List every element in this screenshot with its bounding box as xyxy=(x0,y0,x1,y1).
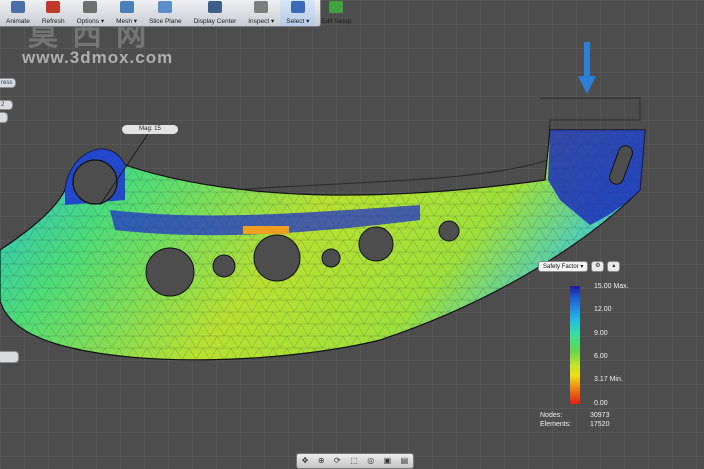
select-icon xyxy=(290,1,305,13)
toolbar-button-label: Edit Setup xyxy=(321,18,352,25)
scale-tick-12: 12.00 xyxy=(594,306,612,313)
animate-icon xyxy=(10,1,25,13)
zoom-window-icon[interactable]: ⬚ xyxy=(350,454,358,468)
result-type-select[interactable]: Safety Factor ▾ xyxy=(538,261,589,272)
legend-settings-icon[interactable]: ⚙ xyxy=(591,261,605,272)
toolbar-button-4[interactable]: Slice Plane xyxy=(143,0,188,26)
mesh-icon xyxy=(119,1,134,13)
toolbar-button-label: Select ▾ xyxy=(286,18,310,25)
hole-6 xyxy=(438,220,460,242)
toolbar-button-2[interactable]: Options ▾ xyxy=(71,0,110,26)
toolbar-button-0[interactable]: Animate xyxy=(0,0,36,26)
toolbar-button-7[interactable]: Select ▾ xyxy=(280,0,316,26)
toolbar-button-3[interactable]: Mesh ▾ xyxy=(110,0,143,26)
options-icon xyxy=(83,1,98,13)
scale-tick-max: 15.00 Max. xyxy=(594,283,629,290)
elements-value: 17520 xyxy=(590,421,610,428)
side-tab-bottom[interactable] xyxy=(0,351,19,363)
side-tab-3[interactable] xyxy=(0,112,8,123)
stress-hotspot xyxy=(243,226,289,234)
side-tab-stress[interactable]: ress xyxy=(0,78,17,88)
toolbar-button-label: Slice Plane xyxy=(149,18,182,25)
navigation-bar: ✥ ⊕ ⟳ ⬚ ◎ ▣ ▤ xyxy=(296,453,414,469)
toolbar-button-6[interactable]: Inspect ▾ xyxy=(242,0,280,26)
toolbar-button-label: Display Center xyxy=(193,18,237,25)
lug-hole xyxy=(72,159,118,205)
inspect-icon xyxy=(254,1,269,13)
toolbar-button-label: Mesh ▾ xyxy=(116,18,138,25)
hole-2 xyxy=(212,254,236,278)
toolbar-button-1[interactable]: Refresh xyxy=(36,0,71,26)
hole-1 xyxy=(145,247,195,297)
checkmark-icon xyxy=(329,1,344,13)
nodes-label: Nodes: xyxy=(540,412,563,419)
toolbar-button-label: Refresh xyxy=(41,18,65,25)
nodes-value: 30973 xyxy=(590,412,610,419)
legend-header: Safety Factor ▾ ⚙ ▴ xyxy=(538,261,621,272)
hole-5 xyxy=(358,226,394,262)
slice-plane-icon xyxy=(158,1,173,13)
orbit-icon[interactable]: ⟳ xyxy=(334,454,341,468)
zoom-icon[interactable]: ⊕ xyxy=(318,454,325,468)
toolbar-button-label: Inspect ▾ xyxy=(248,18,275,25)
fea-model xyxy=(0,42,646,361)
ribbon-toolbar: Animate Refresh Options ▾ Mesh ▾ Slice Plane… xyxy=(0,0,351,27)
hole-3 xyxy=(253,234,301,282)
color-scale-bar xyxy=(570,286,580,404)
scale-tick-0: 0.00 xyxy=(594,400,608,407)
3d-viewport[interactable]: 莫西网 www.3dmox.com ress 2 Mag: 15 Safety … xyxy=(0,0,704,469)
elements-label: Elements: xyxy=(540,421,572,428)
hole-4 xyxy=(321,248,341,268)
scale-tick-9: 9.00 xyxy=(594,330,608,337)
scale-tick-6: 6.00 xyxy=(594,353,608,360)
scale-tick-min: 3.17 Min. xyxy=(594,376,623,383)
toolbar-button-label: Options ▾ xyxy=(76,18,105,25)
load-arrow xyxy=(578,42,596,94)
display-mode-icon[interactable]: ▤ xyxy=(401,454,409,468)
watermark-url: www.3dmox.com xyxy=(22,48,174,67)
look-at-icon[interactable]: ◎ xyxy=(367,454,374,468)
view-cube-icon[interactable]: ▣ xyxy=(384,454,392,468)
side-tab-2[interactable]: 2 xyxy=(0,100,13,110)
toolbar-button-label: Animate xyxy=(6,18,30,25)
toolbar-button-8[interactable]: Edit Setup xyxy=(315,0,357,26)
display-center-icon xyxy=(207,1,222,13)
pan-icon[interactable]: ✥ xyxy=(302,454,309,468)
toolbar-button-5[interactable]: Display Center xyxy=(188,0,243,26)
legend-collapse-icon[interactable]: ▴ xyxy=(607,261,621,272)
refresh-icon xyxy=(46,1,61,13)
probe-label[interactable]: Mag: 15 xyxy=(122,125,178,134)
